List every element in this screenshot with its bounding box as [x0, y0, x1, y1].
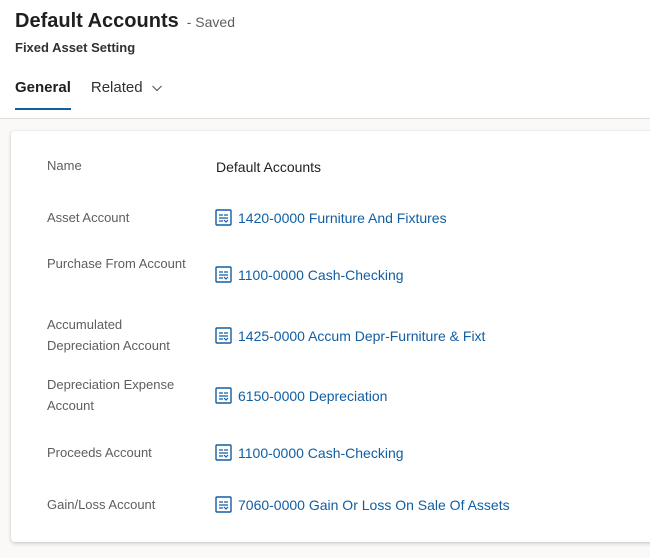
- page-title: Default Accounts: [15, 10, 179, 32]
- depreciation-expense-account-lookup[interactable]: 6150-0000 Depreciation: [215, 387, 387, 404]
- tab-related[interactable]: Related: [91, 79, 163, 111]
- field-label-accumulated-depreciation-account: Accumulated Depreciation Account: [47, 317, 170, 353]
- field-label-name: Name: [47, 158, 82, 173]
- depreciation-expense-account-link[interactable]: 6150-0000 Depreciation: [238, 388, 387, 404]
- purchase-from-account-link[interactable]: 1100-0000 Cash-Checking: [238, 267, 404, 283]
- lookup-record-icon: [215, 444, 232, 461]
- tab-related-label: Related: [90, 79, 143, 96]
- page-header: Default Accounts - Saved Fixed Asset Set…: [0, 0, 650, 119]
- gain-loss-account-lookup[interactable]: 7060-0000 Gain Or Loss On Sale Of Assets: [215, 496, 510, 513]
- name-value[interactable]: Default Accounts: [216, 159, 321, 175]
- general-form-card: Name Default Accounts Asset Account 1420…: [11, 131, 650, 542]
- tab-general[interactable]: General: [15, 79, 71, 111]
- lookup-record-icon: [215, 209, 232, 226]
- lookup-record-icon: [215, 387, 232, 404]
- accumulated-depreciation-account-link[interactable]: 1425-0000 Accum Depr-Furniture & Fixt: [238, 328, 485, 344]
- lookup-record-icon: [215, 266, 232, 283]
- field-label-depreciation-expense-account: Depreciation Expense Account: [47, 377, 175, 413]
- proceeds-account-link[interactable]: 1100-0000 Cash-Checking: [238, 445, 404, 461]
- saved-status: - Saved: [186, 14, 235, 30]
- entity-subtitle: Fixed Asset Setting: [15, 40, 136, 55]
- field-label-asset-account: Asset Account: [47, 210, 130, 225]
- field-label-purchase-from-account: Purchase From Account: [47, 256, 186, 271]
- tab-list: General Related: [15, 79, 163, 111]
- title-row: Default Accounts - Saved: [15, 10, 235, 33]
- gain-loss-account-link[interactable]: 7060-0000 Gain Or Loss On Sale Of Assets: [238, 497, 510, 513]
- chevron-down-icon: [151, 85, 162, 92]
- lookup-record-icon: [215, 327, 232, 344]
- tab-general-label: General: [15, 79, 71, 96]
- lookup-record-icon: [215, 496, 232, 513]
- asset-account-link[interactable]: 1420-0000 Furniture And Fixtures: [238, 210, 447, 226]
- proceeds-account-lookup[interactable]: 1100-0000 Cash-Checking: [215, 444, 404, 461]
- field-label-gain-loss-account: Gain/Loss Account: [47, 497, 156, 512]
- asset-account-lookup[interactable]: 1420-0000 Furniture And Fixtures: [215, 209, 447, 226]
- field-label-proceeds-account: Proceeds Account: [47, 445, 152, 460]
- purchase-from-account-lookup[interactable]: 1100-0000 Cash-Checking: [215, 266, 404, 283]
- accumulated-depreciation-account-lookup[interactable]: 1425-0000 Accum Depr-Furniture & Fixt: [215, 327, 485, 344]
